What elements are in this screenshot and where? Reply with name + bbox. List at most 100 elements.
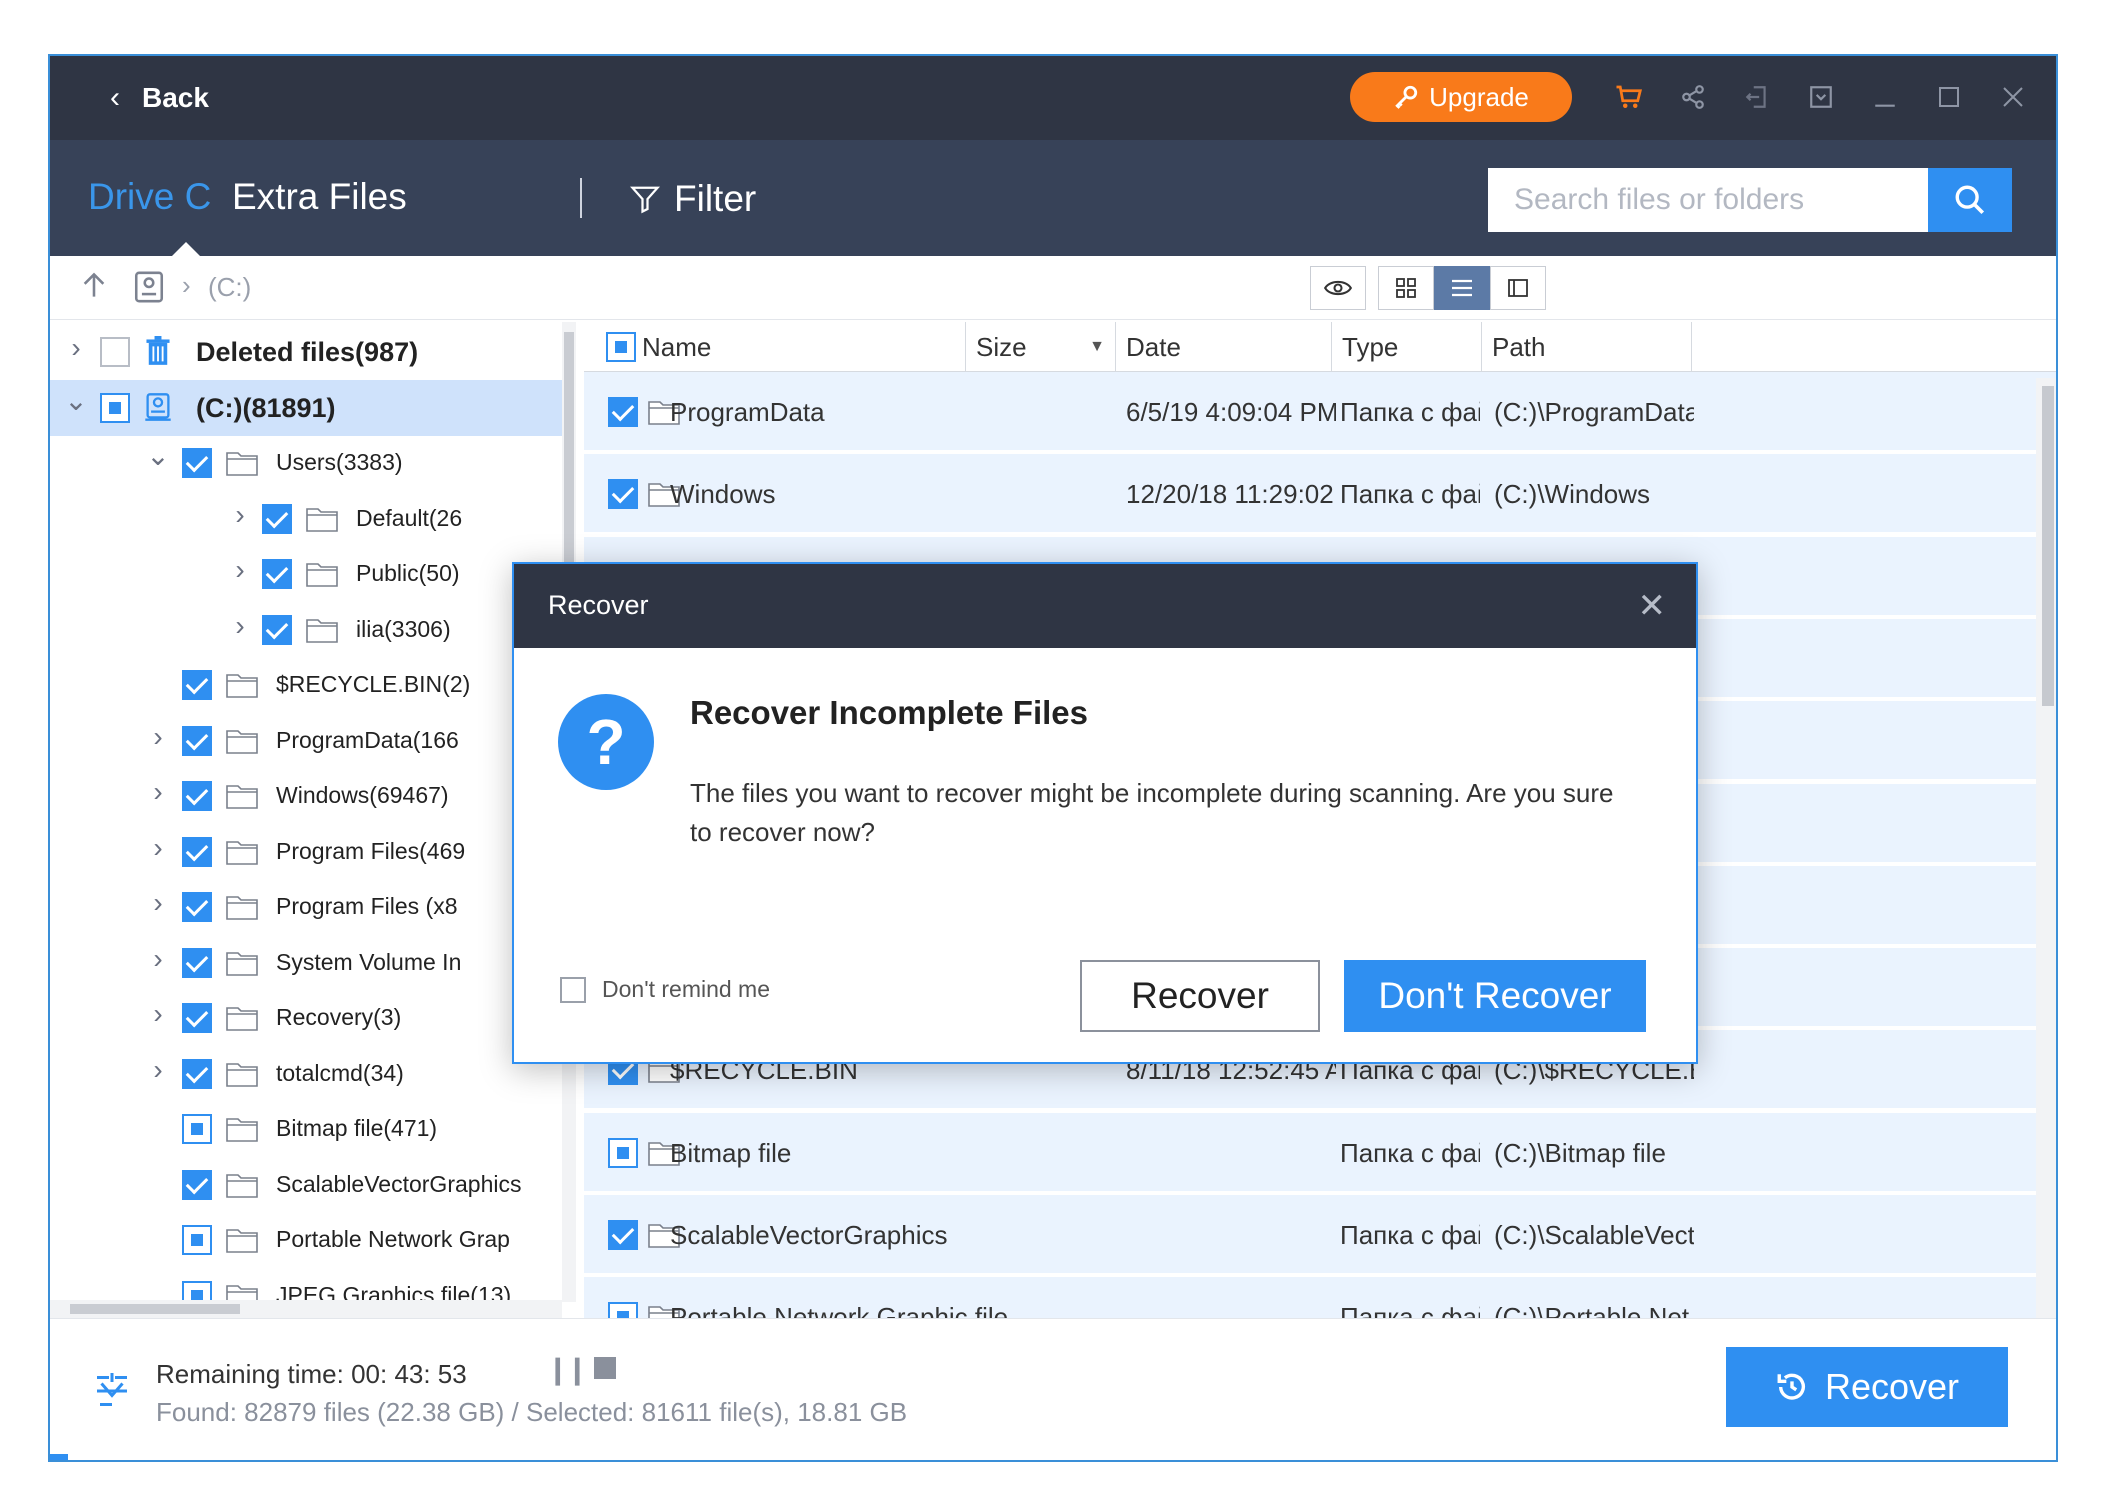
arrow-up-icon[interactable] — [80, 270, 108, 308]
tree-item[interactable]: › System Volume In — [50, 935, 562, 991]
list-view-button[interactable] — [1434, 266, 1490, 310]
tab-extra-files[interactable]: Extra Files — [232, 176, 407, 218]
maximize-icon[interactable] — [1930, 74, 1968, 120]
tree-item[interactable]: $RECYCLE.BIN(2) — [50, 657, 562, 713]
minimize-icon[interactable] — [1866, 74, 1904, 120]
cell-name: Portable Network Graphic file — [670, 1302, 1009, 1318]
chevron-right-icon[interactable]: › — [146, 943, 170, 975]
status-bar: Remaining time: 00: 43: 53 Found: 82879 … — [50, 1318, 2056, 1460]
chevron-right-icon[interactable]: › — [228, 499, 252, 531]
tree-item-checkbox[interactable] — [182, 892, 212, 922]
table-row[interactable]: ScalableVectorGraphics Папка с фай... (C:)… — [584, 1195, 2056, 1275]
tree-item[interactable]: ScalableVectorGraphics — [50, 1157, 562, 1213]
tree-item-checkbox[interactable] — [182, 947, 212, 978]
tree-item-checkbox[interactable] — [182, 670, 212, 700]
tree-item[interactable]: Portable Network Grap — [50, 1212, 562, 1268]
column-date[interactable]: Date — [1116, 322, 1332, 372]
tree-item-checkbox[interactable] — [100, 337, 130, 367]
tree-item[interactable]: › Program Files (x8 — [50, 879, 562, 935]
row-checkbox[interactable] — [608, 1220, 638, 1250]
tree-item[interactable]: › ProgramData(166 — [50, 713, 562, 769]
grid-view-button[interactable] — [1378, 266, 1434, 310]
cart-icon[interactable] — [1610, 74, 1648, 120]
table-row[interactable]: Bitmap file Папка с фай... (C:)\Bitmap fil… — [584, 1112, 2056, 1193]
tree-item-checkbox[interactable] — [262, 503, 292, 534]
table-row[interactable]: ProgramData 6/5/19 4:09:04 PMПапка с фай.… — [584, 372, 2056, 452]
chevron-right-icon[interactable]: › — [64, 332, 88, 364]
tree-item-checkbox[interactable] — [182, 725, 212, 756]
tree-item[interactable]: › totalcmd(34) — [50, 1046, 562, 1102]
chevron-right-icon[interactable]: › — [146, 832, 170, 864]
tree-item[interactable]: › ilia(3306) — [50, 602, 562, 658]
tree-horizontal-thumb[interactable] — [70, 1304, 240, 1314]
tree-item-checkbox[interactable] — [100, 392, 130, 423]
row-checkbox[interactable] — [608, 1137, 638, 1168]
row-checkbox[interactable] — [608, 479, 638, 510]
filter-button[interactable]: Filter — [630, 178, 756, 220]
search-button[interactable] — [1928, 168, 2012, 232]
column-name[interactable]: Name — [632, 322, 966, 372]
row-checkbox[interactable] — [608, 1302, 638, 1318]
table-row[interactable]: Windows 12/20/18 11:29:02 ...Папка с фай.… — [584, 454, 2056, 535]
chevron-right-icon[interactable]: › — [146, 998, 170, 1030]
search-input[interactable] — [1488, 168, 1928, 232]
tree-item-checkbox[interactable] — [182, 781, 212, 811]
stop-icon[interactable] — [594, 1357, 616, 1379]
upgrade-button[interactable]: Upgrade — [1350, 72, 1572, 122]
tree-item-checkbox[interactable] — [182, 1169, 212, 1200]
chevron-down-icon[interactable]: ⌄ — [64, 384, 88, 417]
tree-item-checkbox[interactable] — [182, 1058, 212, 1089]
tree-item-checkbox[interactable] — [182, 1114, 212, 1144]
tree-item-checkbox[interactable] — [262, 559, 292, 589]
dont-recover-button[interactable]: Don't Recover — [1344, 960, 1646, 1032]
pause-icon[interactable]: ❙❙ — [546, 1353, 589, 1386]
dialog-close-icon[interactable]: ✕ — [1638, 586, 1667, 626]
chevron-down-icon[interactable]: ⌄ — [146, 439, 170, 472]
tree-item[interactable]: Bitmap file(471) — [50, 1101, 562, 1157]
column-path[interactable]: Path — [1482, 322, 1692, 372]
tree-item-checkbox[interactable] — [182, 836, 212, 867]
list-scroll-thumb[interactable] — [2042, 386, 2054, 706]
chevron-right-icon[interactable]: › — [146, 721, 170, 753]
chevron-right-icon[interactable]: › — [146, 1054, 170, 1086]
close-icon[interactable] — [1994, 74, 2032, 120]
folder-tree: › Deleted files(987) ⌄ (C:)(81891) ⌄ Users(33… — [50, 322, 562, 1318]
question-icon: ? — [558, 694, 654, 790]
tree-item[interactable]: › Public(50) — [50, 546, 562, 602]
tree-item-checkbox[interactable] — [262, 614, 292, 645]
chevron-right-icon[interactable]: › — [146, 887, 170, 919]
table-row[interactable]: Portable Network Graphic file Папка с фай… — [584, 1277, 2056, 1318]
tree-item-checkbox[interactable] — [182, 1003, 212, 1033]
tree-item[interactable]: ⌄ Users(3383) — [50, 435, 562, 491]
tree-item[interactable]: ⌄ (C:)(81891) — [50, 379, 562, 436]
dont-remind-checkbox[interactable]: Don't remind me — [560, 976, 770, 1003]
chevron-right-icon[interactable]: › — [228, 610, 252, 642]
tree-item-label: Program Files(469 — [276, 837, 466, 864]
column-type[interactable]: Type — [1332, 322, 1482, 372]
checkbox-box[interactable] — [560, 976, 586, 1003]
tree-item[interactable]: › Windows(69467) — [50, 768, 562, 824]
dialog-recover-button[interactable]: Recover — [1080, 960, 1320, 1032]
back-button[interactable]: ‹ Back — [110, 78, 209, 118]
tree-item[interactable]: › Program Files(469 — [50, 824, 562, 880]
cell-type: Папка с фай... — [1340, 1137, 1480, 1168]
tab-drive-c[interactable]: Drive C — [88, 176, 211, 218]
row-checkbox[interactable] — [608, 397, 638, 427]
chevron-right-icon[interactable]: › — [146, 776, 170, 808]
preview-button[interactable] — [1310, 266, 1366, 310]
download-icon[interactable] — [1802, 74, 1840, 120]
exit-icon[interactable] — [1738, 74, 1776, 120]
tree-item-checkbox[interactable] — [182, 448, 212, 478]
tree-item[interactable]: › Recovery(3) — [50, 990, 562, 1046]
share-icon[interactable] — [1674, 74, 1712, 120]
chevron-right-icon[interactable]: › — [228, 554, 252, 586]
tree-item-checkbox[interactable] — [182, 1225, 212, 1255]
breadcrumb[interactable]: (C:) — [208, 272, 251, 303]
tree-item[interactable]: › Default(26 — [50, 491, 562, 547]
drive-icon[interactable] — [132, 270, 166, 309]
detail-view-button[interactable] — [1490, 266, 1546, 310]
recover-button[interactable]: Recover — [1726, 1347, 2008, 1427]
column-size[interactable]: Size ▼ — [966, 322, 1116, 372]
tree-item[interactable]: › Deleted files(987) — [50, 324, 562, 380]
folder-icon — [306, 617, 338, 643]
